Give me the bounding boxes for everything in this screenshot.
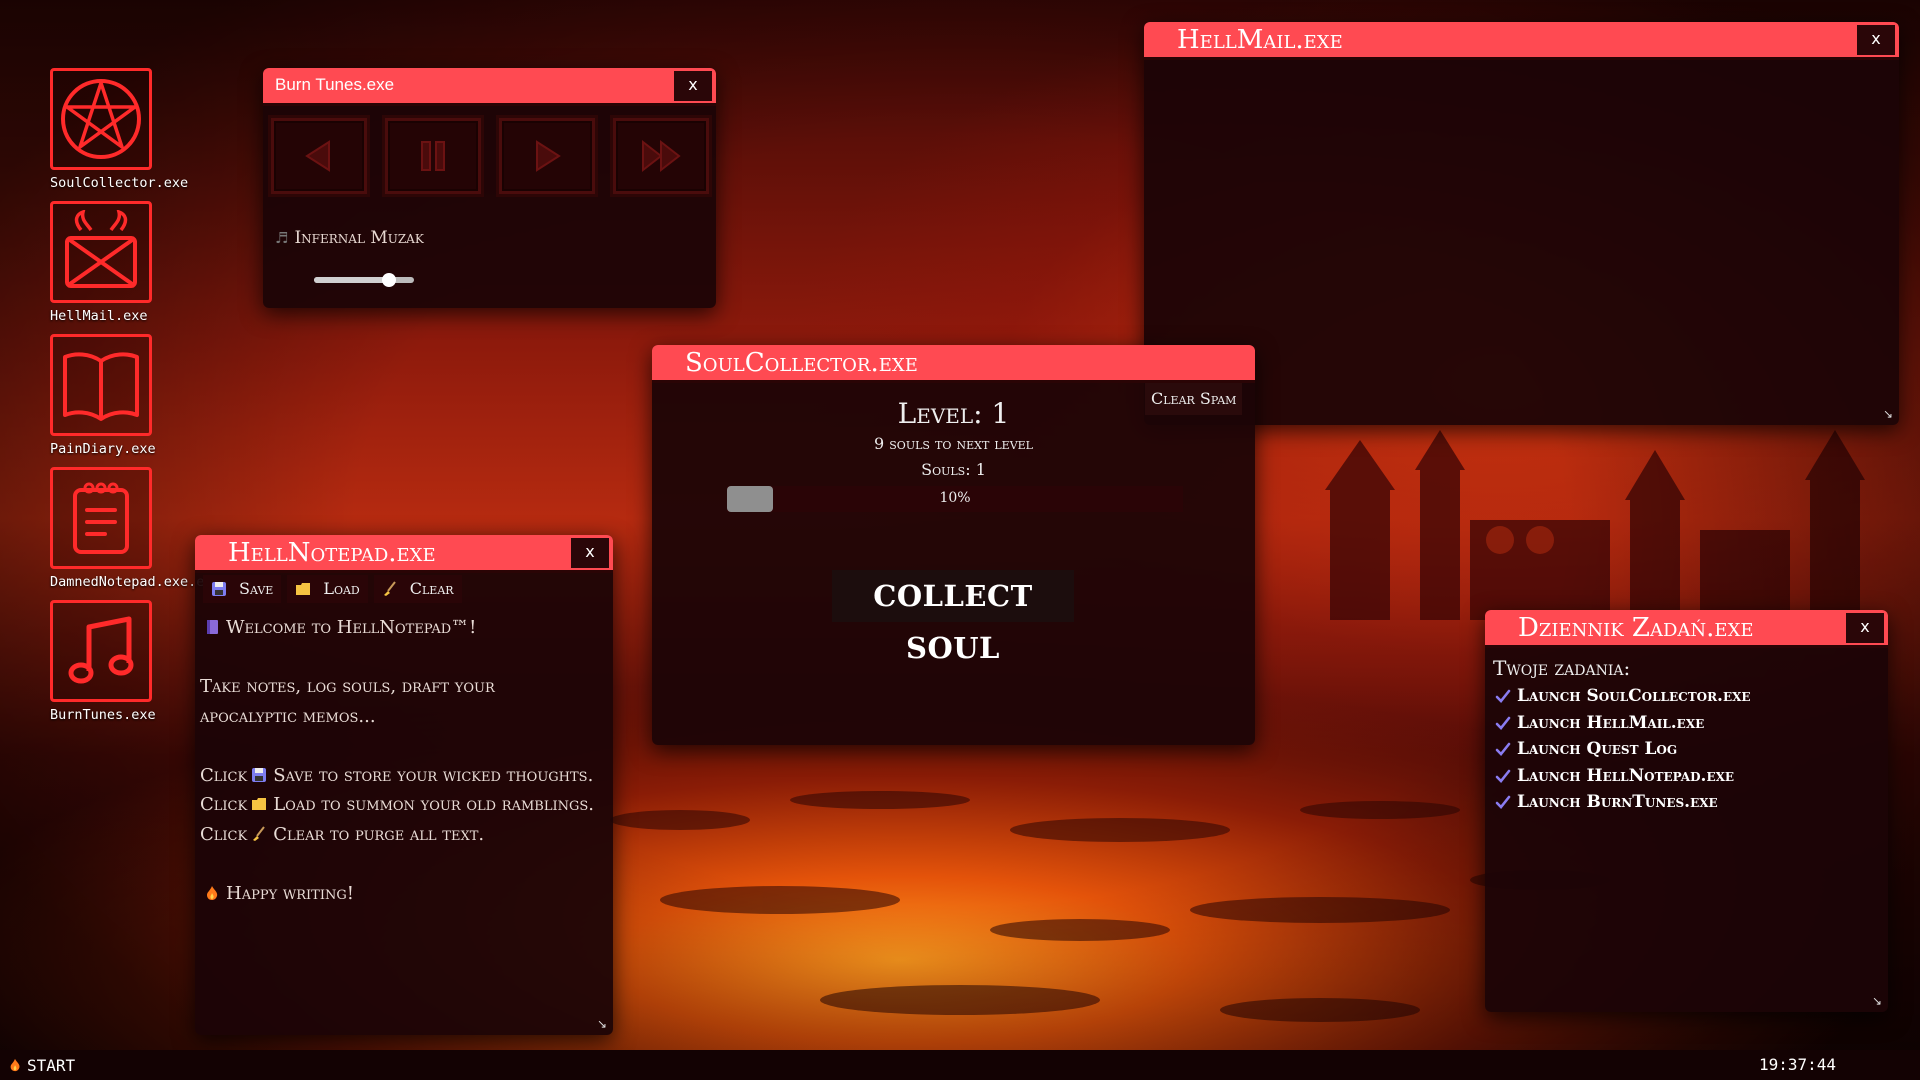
task-item: Launch HellMail.exe [1495, 710, 1751, 737]
desktop-icon-burntunes[interactable]: BurnTunes.exe [50, 600, 210, 723]
notebook-icon [207, 620, 218, 634]
notepad-line: Click Save to store your wicked thoughts. [200, 764, 594, 786]
desktop-icon-label: SoulCollector.exe [50, 175, 189, 191]
load-button[interactable]: Load [287, 575, 368, 603]
notepad-text-area[interactable]: Welcome to HellNotepad™! Take notes, log… [200, 613, 595, 908]
window-title: Dziennik Zadań.exe [1518, 613, 1754, 643]
window-title: HellNotepad.exe [228, 538, 436, 568]
task-item: Launch Quest Log [1495, 736, 1751, 763]
resize-handle-icon[interactable]: ↘ [1872, 994, 1882, 1008]
notepad-line: Happy writing! [200, 879, 595, 909]
volume-slider-knob[interactable] [382, 273, 396, 287]
check-icon [1495, 769, 1511, 783]
broom-icon [383, 581, 396, 596]
level-progress-label: 10% [939, 490, 971, 506]
tasks-heading: Twoje zadania: [1493, 656, 1631, 680]
burn-tunes-titlebar[interactable]: Burn Tunes.exe x [263, 68, 716, 106]
fast-forward-icon [642, 139, 681, 173]
pause-icon [421, 141, 445, 171]
check-icon [1495, 742, 1511, 757]
collect-soul-button[interactable]: COLLECT SOUL [832, 570, 1074, 665]
soulcollector-titlebar[interactable]: SoulCollector.exe [652, 345, 1255, 383]
burn-tunes-window: Burn Tunes.exe x ♬ Infernal Muzak [263, 68, 716, 308]
fast-forward-button[interactable] [613, 118, 709, 194]
folder-icon [252, 798, 267, 810]
resize-handle-icon[interactable]: ↘ [1883, 407, 1893, 421]
volume-slider[interactable] [314, 273, 414, 287]
close-button[interactable]: x [674, 71, 712, 101]
desktop-icon-label: BurnTunes.exe [50, 707, 156, 723]
desktop-icon-label: DamnedNotepad.exe.exe [50, 574, 221, 590]
notepad-line: Click Clear to purge all text. [200, 823, 485, 845]
quest-log-window: Dziennik Zadań.exe x Twoje zadania: Laun… [1485, 610, 1888, 1012]
level-progress-bar: 10% [727, 486, 1183, 512]
task-item: Launch BurnTunes.exe [1495, 789, 1751, 816]
desktop-icon-soulcollector[interactable]: SoulCollector.exe [50, 68, 210, 191]
play-icon [536, 140, 561, 172]
rewind-icon [305, 140, 330, 172]
castle-silhouette [1325, 430, 1865, 620]
folder-icon [296, 583, 311, 595]
task-list: Launch SoulCollector.exe Launch HellMail… [1495, 683, 1751, 816]
close-button[interactable]: x [1846, 613, 1884, 643]
music-note-icon [50, 600, 152, 702]
close-button[interactable]: x [571, 538, 609, 568]
window-title: HellMail.exe [1177, 25, 1343, 55]
volume-slider-fill [314, 277, 389, 283]
play-button[interactable] [499, 118, 595, 194]
quest-log-titlebar[interactable]: Dziennik Zadań.exe x [1485, 610, 1888, 648]
check-icon [1495, 689, 1511, 704]
notepad-line: Welcome to HellNotepad™! [200, 613, 595, 643]
taskbar-clock: 19:37:44 [1758, 1055, 1836, 1074]
task-item: Launch HellNotepad.exe [1495, 763, 1751, 790]
souls-to-next-text: 9 souls to next level [874, 434, 1033, 453]
desktop-icon-label: PainDiary.exe [50, 441, 156, 457]
horned-envelope-icon [50, 201, 152, 303]
window-title: SoulCollector.exe [685, 348, 918, 378]
start-button[interactable]: START [8, 1050, 75, 1080]
desktop-icon-hellmail[interactable]: HellMail.exe [50, 201, 210, 324]
notepad-titlebar[interactable]: HellNotepad.exe x [195, 535, 613, 573]
resize-handle-icon[interactable]: ↘ [597, 1017, 607, 1031]
notepad-window: HellNotepad.exe x Save Load Clear Welcom… [195, 535, 613, 1035]
check-icon [1495, 795, 1511, 810]
hellmail-window: HellMail.exe x ↘ [1144, 22, 1899, 425]
notepad-line: Take notes, log souls, draft your apocal… [200, 676, 495, 727]
desktop-icon-damnednotepad[interactable]: DamnedNotepad.exe.exe [50, 467, 221, 590]
music-notes-icon: ♬ [275, 229, 289, 247]
rewind-button[interactable] [271, 118, 367, 194]
desktop-icon-paindiary[interactable]: PainDiary.exe [50, 334, 210, 457]
hellmail-titlebar[interactable]: HellMail.exe x [1144, 22, 1899, 60]
task-item: Launch SoulCollector.exe [1495, 683, 1751, 710]
clear-button[interactable]: Clear [373, 575, 462, 603]
pause-button[interactable] [385, 118, 481, 194]
broom-icon [253, 825, 265, 841]
open-book-icon [50, 334, 152, 436]
track-name: ♬ Infernal Muzak [275, 228, 424, 248]
floppy-disk-icon [212, 582, 226, 596]
check-icon [1495, 716, 1511, 730]
save-button[interactable]: Save [203, 575, 282, 603]
fire-icon [207, 885, 218, 900]
notepad-line: Click Load to summon your old ramblings. [200, 794, 594, 815]
notepad-icon [50, 467, 152, 569]
souls-count-text: Souls: 1 [921, 460, 986, 479]
fire-icon [10, 1058, 20, 1072]
floppy-disk-icon [252, 767, 267, 782]
window-title: Burn Tunes.exe [275, 75, 395, 94]
desktop-icon-label: HellMail.exe [50, 308, 148, 324]
taskbar: START 19:37:44 [0, 1050, 1920, 1080]
pentagram-icon [50, 68, 152, 170]
clear-spam-button[interactable]: Clear Spam [1145, 383, 1243, 415]
close-button[interactable]: x [1857, 25, 1895, 55]
